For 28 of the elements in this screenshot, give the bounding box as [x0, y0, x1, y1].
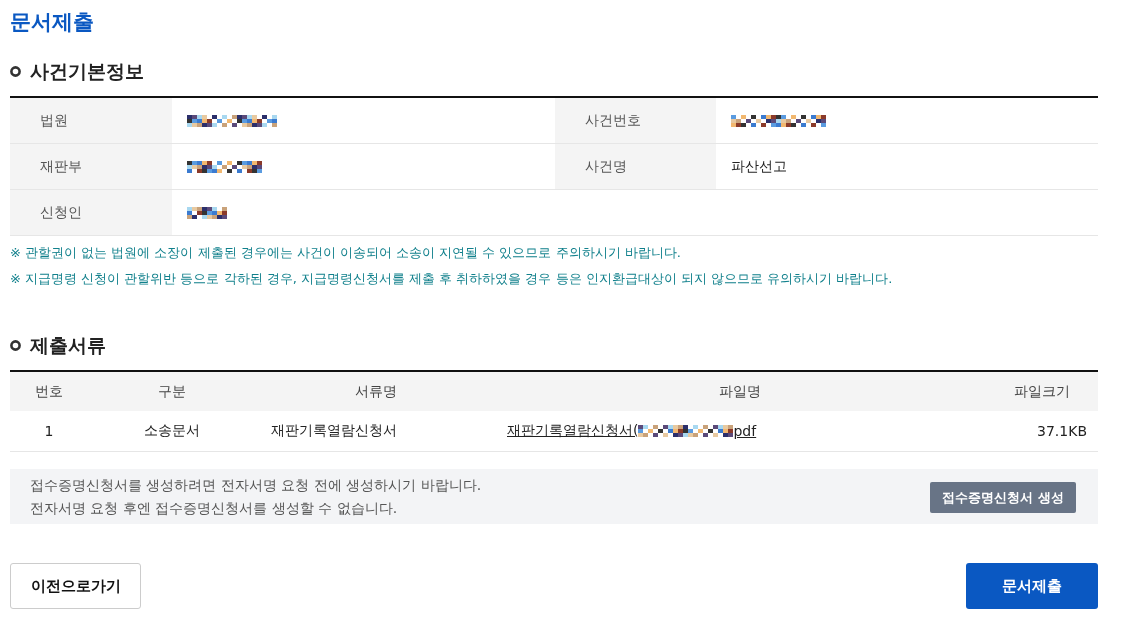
ring-icon	[10, 65, 21, 77]
field-value: 파산선고	[731, 157, 787, 176]
section-heading: 제출서류	[30, 333, 106, 358]
column-header: 파일명	[495, 371, 985, 411]
table-cell: 소송문서	[144, 422, 200, 438]
submit-button[interactable]: 문서제출	[966, 563, 1098, 609]
notice-text: ※ 지급명령 신청이 관할위반 등으로 각하된 경우, 지급명령신청서를 제출 후 취하하였을 경우 등은 인지환급대상이 되지 않으므로 유의하시기 바랍니다.	[10, 270, 894, 288]
table-cell: 37.1KB	[1037, 423, 1087, 439]
field-label: 법원	[10, 98, 172, 144]
ring-icon	[10, 339, 21, 351]
column-header: 서류명	[256, 371, 495, 411]
info-text: 접수증명신청서를 생성하려면 전자서명 요청 전에 생성하시기 바랍니다.	[30, 475, 482, 495]
notice-text: ※ 관할권이 없는 법원에 소장이 제출된 경우에는 사건이 이송되어 소송이 지연될 수 있으므로 주의하시기 바랍니다.	[10, 244, 682, 262]
back-button[interactable]: 이전으로가기	[10, 563, 141, 609]
field-label: 사건명	[555, 144, 716, 190]
create-receipt-button[interactable]: 접수증명신청서 생성	[930, 482, 1076, 513]
page-title: 문서제출	[10, 9, 94, 36]
info-text: 전자서명 요청 후엔 접수증명신청서를 생성할 수 없습니다.	[30, 498, 399, 518]
column-header: 구분	[88, 371, 256, 411]
table-cell: 1	[44, 423, 54, 439]
file-link[interactable]: 재판기록열람신청서( pdf	[507, 422, 757, 440]
table-cell: 재판기록열람신청서	[271, 422, 397, 438]
column-header: 번호	[10, 371, 88, 411]
field-label: 신청인	[10, 190, 172, 236]
field-label: 사건번호	[555, 98, 716, 144]
field-label: 재판부	[10, 144, 172, 190]
column-header: 파일크기	[985, 371, 1098, 411]
section-heading: 사건기본정보	[30, 59, 144, 84]
